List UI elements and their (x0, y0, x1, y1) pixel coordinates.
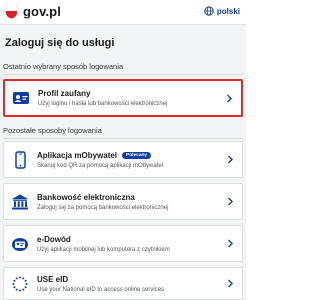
language-switcher[interactable]: polski (204, 6, 240, 16)
option-title: Profil zaufany (38, 89, 91, 98)
option-title: e-Dowód (37, 234, 71, 244)
gov-pl-logo[interactable]: gov.pl (5, 3, 61, 19)
section-divider (3, 74, 243, 75)
chevron-right-icon (228, 239, 233, 248)
brand-name: gov.pl (23, 3, 61, 19)
option-description: Zaloguj się za pomocą bankowości elektro… (37, 204, 169, 211)
option-description: Skanuj kod QR za pomocą aplikacji mObywa… (37, 162, 164, 169)
page-title: Zaloguj się do usługi (5, 37, 115, 49)
section-divider (3, 138, 243, 139)
option-title: Bankowość elektroniczna (37, 192, 135, 202)
recommended-badge: Polecany (122, 151, 152, 159)
chevron-right-icon (227, 94, 232, 102)
other-section-label: Pozostałe sposoby logowania (3, 126, 102, 135)
chevron-right-icon (228, 279, 233, 288)
polish-flag-emblem-icon (5, 3, 18, 19)
option-description: Użyj aplikacji mobilnej lub komputera z … (37, 246, 170, 253)
phone-icon (15, 150, 26, 169)
trusted-profile-icon (13, 92, 29, 104)
id-card-icon (12, 237, 28, 251)
option-title: USE eID (37, 274, 69, 284)
login-option-trusted-profile[interactable]: Profil zaufany Użyj loginu i hasła lub b… (3, 79, 243, 117)
bank-icon (12, 194, 28, 209)
option-description: Użyj loginu i hasła lub bankowości elekt… (38, 101, 168, 107)
chevron-right-icon (228, 197, 233, 206)
login-option-use-eid[interactable]: USE eID Use your National eID to access … (3, 267, 243, 300)
login-option-mobywatel[interactable]: Aplikacja mObywatel Polecany Skanuj kod … (3, 141, 243, 178)
globe-icon (204, 6, 214, 16)
eu-stars-icon (12, 276, 28, 291)
language-label: polski (216, 6, 240, 16)
option-title: Aplikacja mObywatel (37, 150, 118, 160)
chevron-right-icon (228, 155, 233, 164)
login-option-bank[interactable]: Bankowość elektroniczna Zaloguj się za p… (3, 183, 243, 220)
login-option-edowod[interactable]: e-Dowód Użyj aplikacji mobilnej lub komp… (3, 225, 243, 262)
header: gov.pl polski (0, 0, 246, 22)
option-description: Use your National eID to access online s… (37, 286, 165, 293)
recent-section-label: Ostatnio wybrany sposób logowania (3, 62, 124, 71)
